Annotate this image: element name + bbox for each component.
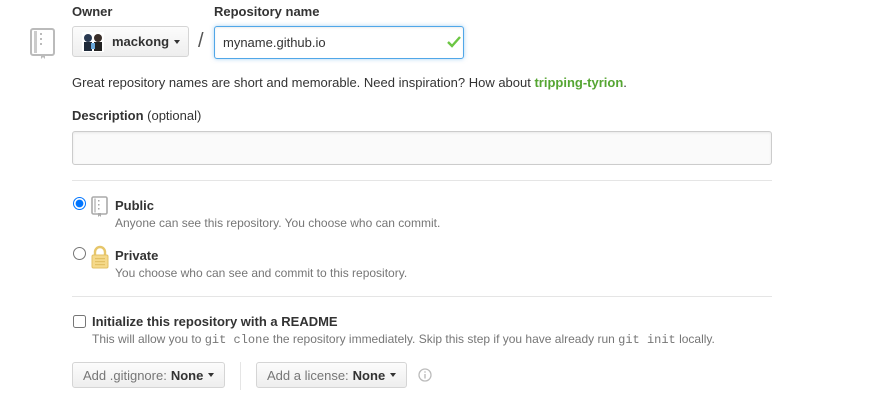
public-title: Public xyxy=(115,198,155,213)
owner-select-button[interactable]: mackong xyxy=(72,26,189,57)
license-label: Add a license: xyxy=(267,367,349,383)
caret-down-icon xyxy=(390,373,397,377)
owner-label: Owner xyxy=(72,4,113,19)
description-optional-text: (optional) xyxy=(147,108,202,123)
license-select[interactable]: Add a license: None xyxy=(256,362,408,388)
git-init-code: git init xyxy=(618,333,676,347)
repo-icon xyxy=(91,196,109,218)
git-clone-code: git clone xyxy=(204,333,270,347)
suggested-name-link[interactable]: tripping-tyrion xyxy=(534,75,623,90)
description-input[interactable] xyxy=(72,131,772,165)
gitignore-value: None xyxy=(170,367,204,383)
readme-note-text: the repository immediately. Skip this st… xyxy=(269,332,619,346)
repo-book-icon xyxy=(30,28,56,60)
private-note: You choose who can see and commit to thi… xyxy=(115,266,408,280)
divider xyxy=(72,180,772,181)
divider xyxy=(240,362,241,390)
lock-icon xyxy=(91,245,109,269)
private-title: Private xyxy=(115,248,159,263)
owner-name: mackong xyxy=(112,34,170,49)
suggestion-suffix: . xyxy=(623,75,627,90)
description-label-text: Description xyxy=(72,108,144,123)
private-radio[interactable] xyxy=(73,247,86,260)
name-suggestion: Great repository names are short and mem… xyxy=(72,75,627,90)
public-radio[interactable] xyxy=(73,197,86,210)
repository-name-input[interactable] xyxy=(214,26,464,59)
description-label: Description (optional) xyxy=(72,108,201,123)
gitignore-label: Add .gitignore: xyxy=(83,367,167,383)
caret-down-icon xyxy=(208,373,215,377)
readme-checkbox[interactable] xyxy=(73,315,86,328)
public-note: Anyone can see this repository. You choo… xyxy=(115,216,441,230)
gitignore-select[interactable]: Add .gitignore: None xyxy=(72,362,226,388)
suggestion-text: Great repository names are short and mem… xyxy=(72,75,535,90)
readme-title: Initialize this repository with a README xyxy=(92,314,338,329)
owner-repo-separator: / xyxy=(198,30,204,52)
avatar xyxy=(82,31,104,52)
info-icon[interactable] xyxy=(418,368,432,382)
license-value: None xyxy=(352,367,386,383)
repository-name-label: Repository name xyxy=(214,4,320,19)
readme-note-text: This will allow you to xyxy=(92,332,205,346)
readme-note: This will allow you to git clone the rep… xyxy=(92,332,715,347)
readme-note-text: locally. xyxy=(675,332,715,346)
checkmark-icon xyxy=(447,36,461,48)
divider xyxy=(72,296,772,297)
caret-down-icon xyxy=(174,39,181,44)
